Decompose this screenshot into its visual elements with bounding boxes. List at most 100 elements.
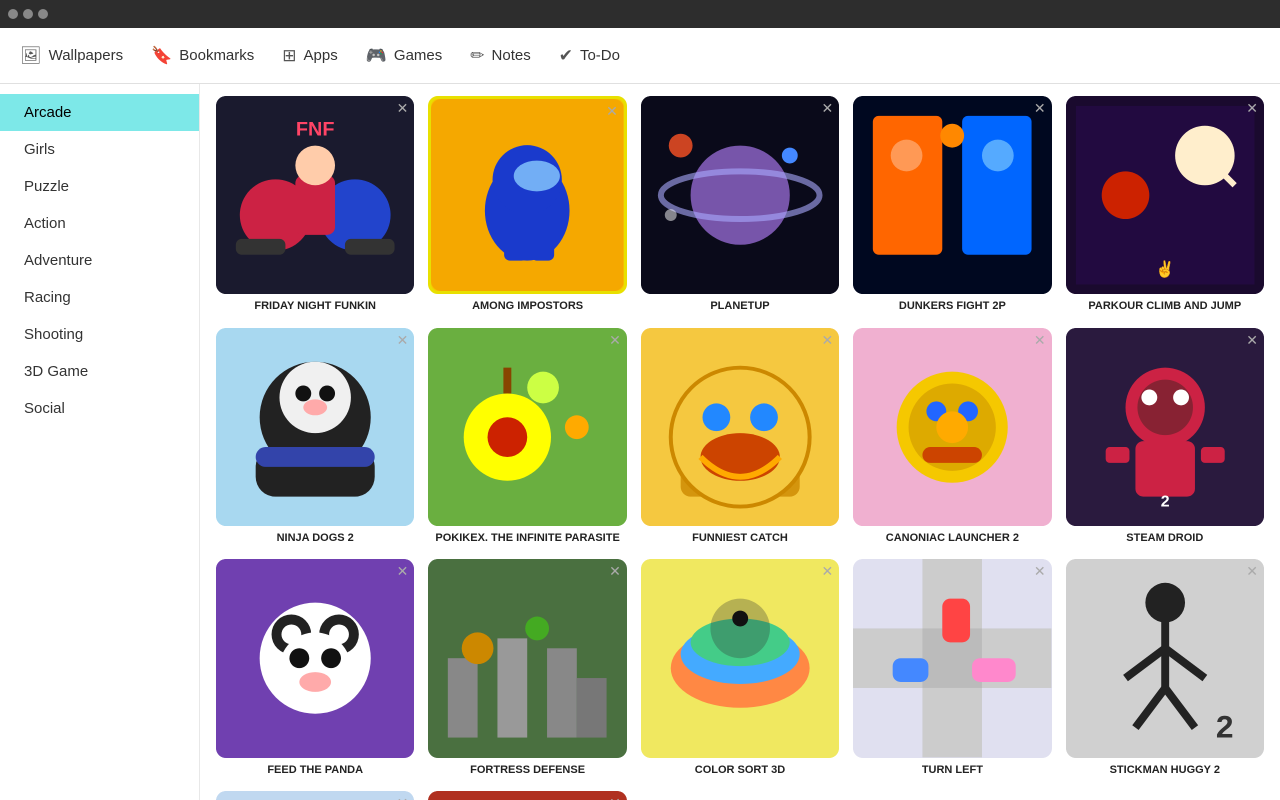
- game-card-mahjong[interactable]: 中發 ✕ Mahjong: [216, 791, 414, 800]
- game-close-steam-droid[interactable]: ✕: [1246, 332, 1258, 349]
- game-thumb-inner-parkour: ✌: [1066, 96, 1264, 294]
- nav-label-todo: To-Do: [580, 47, 620, 64]
- game-card-steam-droid[interactable]: 2 ✕ Steam Droid: [1066, 328, 1264, 546]
- notes-icon: ✏: [470, 46, 484, 66]
- game-thumb-feed-panda: ✕: [216, 559, 414, 757]
- sidebar-item-puzzle[interactable]: Puzzle: [0, 168, 199, 205]
- nav-item-notes[interactable]: ✏ Notes: [470, 46, 530, 66]
- game-close-stickman[interactable]: ✕: [1246, 563, 1258, 580]
- game-close-pokikex[interactable]: ✕: [609, 332, 621, 349]
- game-title-stickman: Stickman Huggy 2: [1110, 763, 1220, 777]
- game-close-mushroom[interactable]: ✕: [609, 795, 621, 800]
- nav-item-games[interactable]: 🎮 Games: [366, 46, 443, 66]
- game-thumb-mushroom: ✕: [428, 791, 626, 800]
- game-title-dunkers-fight: Dunkers Fight 2P: [899, 299, 1006, 313]
- sidebar-item-action[interactable]: Action: [0, 205, 199, 242]
- game-card-friday-night[interactable]: FNF ✕ Friday Night Funkin: [216, 96, 414, 314]
- game-card-canoniac[interactable]: ✕ Canoniac Launcher 2: [853, 328, 1051, 546]
- game-title-color-sort: Color Sort 3D: [695, 763, 785, 777]
- game-close-turn-left[interactable]: ✕: [1034, 563, 1046, 580]
- game-thumb-friday-night: FNF ✕: [216, 96, 414, 294]
- game-card-ninja-dogs[interactable]: ✕ Ninja Dogs 2: [216, 328, 414, 546]
- game-thumb-mahjong: 中發 ✕: [216, 791, 414, 800]
- game-title-ninja-dogs: Ninja Dogs 2: [277, 531, 354, 545]
- game-close-canoniac[interactable]: ✕: [1034, 332, 1046, 349]
- sidebar-item-social[interactable]: Social: [0, 390, 199, 427]
- game-thumb-inner-feed-panda: [216, 559, 414, 757]
- game-card-turn-left[interactable]: ✕ Turn Left: [853, 559, 1051, 777]
- game-thumb-inner-mushroom: [428, 791, 626, 800]
- nav-label-notes: Notes: [492, 47, 531, 64]
- game-card-dunkers-fight[interactable]: ✕ Dunkers Fight 2P: [853, 96, 1051, 314]
- game-close-feed-panda[interactable]: ✕: [397, 563, 409, 580]
- game-close-among-impostors[interactable]: ✕: [606, 103, 618, 120]
- games-icon: 🎮: [366, 46, 387, 66]
- game-close-mahjong[interactable]: ✕: [397, 795, 409, 800]
- nav-bar: 🖼 Wallpapers 🔖Bookmarks ⊞Apps 🎮 Games ✏ Notes ✔ T…: [0, 28, 1280, 84]
- game-thumb-inner-funniest-catch: [641, 328, 839, 526]
- game-title-pokikex: Pokikex. The Infinite Parasite: [435, 531, 619, 545]
- dot-2: [23, 9, 33, 19]
- nav-label-games: Games: [394, 47, 442, 64]
- game-thumb-inner-ninja-dogs: [216, 328, 414, 526]
- game-thumb-fortress-defense: ✕: [428, 559, 626, 757]
- game-thumb-inner-friday-night: FNF: [216, 96, 414, 294]
- game-close-planetup[interactable]: ✕: [821, 100, 833, 117]
- game-thumb-color-sort: ✕: [641, 559, 839, 757]
- game-card-planetup[interactable]: ✕ PLANETUP: [641, 96, 839, 314]
- game-card-mushroom[interactable]: ✕ Mushroom: [428, 791, 626, 800]
- sidebar-item-racing[interactable]: Racing: [0, 279, 199, 316]
- apps-icon: ⊞: [282, 46, 296, 66]
- bookmarks-icon: 🔖: [151, 46, 172, 66]
- nav-item-wallpapers[interactable]: 🖼 Wallpapers: [20, 46, 123, 66]
- game-thumb-inner-stickman: 2: [1066, 559, 1264, 757]
- game-title-feed-panda: Feed The Panda: [267, 763, 363, 777]
- game-thumb-turn-left: ✕: [853, 559, 1051, 757]
- svg-text:✌: ✌: [1155, 260, 1175, 279]
- dot-3: [38, 9, 48, 19]
- game-thumb-inner-dunkers-fight: [853, 96, 1051, 294]
- nav-label-wallpapers: Wallpapers: [49, 47, 123, 64]
- sidebar-item-arcade[interactable]: Arcade: [0, 94, 199, 131]
- game-title-parkour: Parkour Climb And Jump: [1088, 299, 1241, 313]
- sidebar-item-shooting[interactable]: Shooting: [0, 316, 199, 353]
- game-card-funniest-catch[interactable]: ✕ Funniest Catch: [641, 328, 839, 546]
- game-card-pokikex[interactable]: ✕ Pokikex. The Infinite Parasite: [428, 328, 626, 546]
- game-title-turn-left: Turn Left: [922, 763, 983, 777]
- game-card-parkour[interactable]: ✌ ✕ Parkour Climb And Jump: [1066, 96, 1264, 314]
- svg-text:FNF: FNF: [296, 119, 335, 141]
- dot-1: [8, 9, 18, 19]
- nav-item-bookmarks[interactable]: 🔖Bookmarks: [151, 46, 254, 66]
- sidebar-item-3dgame[interactable]: 3D Game: [0, 353, 199, 390]
- nav-item-todo[interactable]: ✔ To-Do: [559, 46, 620, 66]
- game-card-feed-panda[interactable]: ✕ Feed The Panda: [216, 559, 414, 777]
- game-title-funniest-catch: Funniest Catch: [692, 531, 788, 545]
- sidebar-item-adventure[interactable]: Adventure: [0, 242, 199, 279]
- game-close-parkour[interactable]: ✕: [1246, 100, 1258, 117]
- sidebar-item-girls[interactable]: Girls: [0, 131, 199, 168]
- game-title-planetup: PLANETUP: [710, 299, 769, 313]
- game-close-ninja-dogs[interactable]: ✕: [397, 332, 409, 349]
- titlebar: [0, 0, 1280, 28]
- game-thumb-ninja-dogs: ✕: [216, 328, 414, 526]
- game-card-color-sort[interactable]: ✕ Color Sort 3D: [641, 559, 839, 777]
- game-thumb-among-impostors: ✕: [428, 96, 626, 294]
- todo-icon: ✔: [559, 46, 573, 66]
- game-card-fortress-defense[interactable]: ✕ Fortress Defense: [428, 559, 626, 777]
- nav-item-apps[interactable]: ⊞Apps: [282, 46, 337, 66]
- games-grid[interactable]: FNF ✕ Friday Night Funkin ✕ Among Impost…: [200, 84, 1280, 800]
- svg-text:2: 2: [1160, 493, 1169, 510]
- game-title-friday-night: Friday Night Funkin: [254, 299, 376, 313]
- game-thumb-inner-mahjong: 中發: [216, 791, 414, 800]
- game-thumb-inner-fortress-defense: [428, 559, 626, 757]
- game-close-friday-night[interactable]: ✕: [397, 100, 409, 117]
- game-close-funniest-catch[interactable]: ✕: [821, 332, 833, 349]
- game-close-dunkers-fight[interactable]: ✕: [1034, 100, 1046, 117]
- game-close-fortress-defense[interactable]: ✕: [609, 563, 621, 580]
- titlebar-dots: [8, 9, 48, 19]
- game-close-color-sort[interactable]: ✕: [821, 563, 833, 580]
- game-thumb-inner-pokikex: [428, 328, 626, 526]
- wallpapers-icon: 🖼: [20, 46, 42, 66]
- game-card-among-impostors[interactable]: ✕ Among Impostors: [428, 96, 626, 314]
- game-card-stickman[interactable]: 2 ✕ Stickman Huggy 2: [1066, 559, 1264, 777]
